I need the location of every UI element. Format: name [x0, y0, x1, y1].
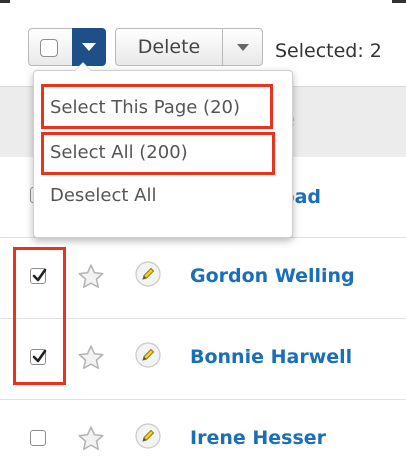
highlight-box-checked-rows	[13, 247, 66, 385]
edit-pencil-icon[interactable]	[134, 260, 162, 288]
menu-item-deselect-all[interactable]: Deselect All	[50, 185, 156, 206]
highlight-box-select-this-page	[41, 84, 273, 129]
row-checkbox[interactable]	[30, 430, 46, 446]
mass-select-control[interactable]	[28, 28, 106, 66]
delete-action-group: Delete	[115, 28, 263, 66]
actions-dropdown-toggle[interactable]	[222, 28, 263, 66]
edit-pencil-icon[interactable]	[134, 341, 162, 369]
mass-select-checkbox[interactable]	[40, 39, 58, 57]
highlight-box-select-all	[41, 132, 275, 175]
list-row: Irene Hesser	[0, 400, 406, 468]
caret-down-icon	[237, 44, 249, 51]
dropdown-pointer-inner	[75, 63, 91, 71]
record-name-link[interactable]: Bonnie Harwell	[190, 346, 352, 368]
top-edge-mark	[392, 0, 406, 3]
record-name-link[interactable]: Irene Hesser	[190, 427, 326, 449]
record-name-link[interactable]: Gordon Welling	[190, 265, 355, 287]
caret-down-icon	[82, 43, 96, 51]
delete-button[interactable]: Delete	[115, 28, 223, 66]
mass-select-checkbox-button[interactable]	[28, 28, 72, 66]
favorite-star-icon[interactable]	[76, 343, 106, 373]
favorite-star-icon[interactable]	[76, 424, 106, 454]
top-edge-mark	[0, 0, 10, 3]
selected-count: Selected: 2	[275, 40, 382, 62]
edit-pencil-icon[interactable]	[134, 422, 162, 450]
favorite-star-icon[interactable]	[76, 262, 106, 292]
mass-select-dropdown-toggle[interactable]	[72, 28, 106, 66]
